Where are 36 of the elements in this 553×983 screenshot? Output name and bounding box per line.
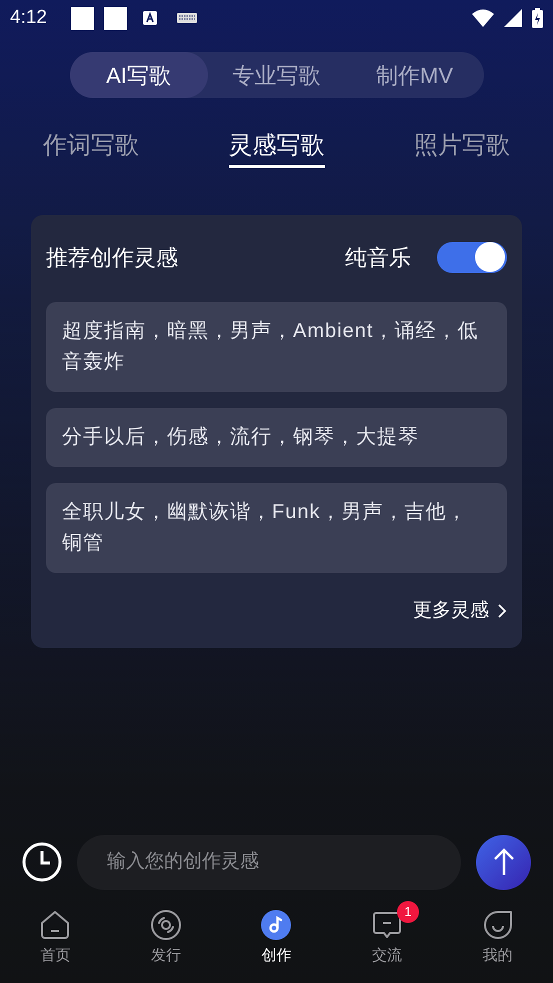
history-icon[interactable] — [22, 842, 62, 882]
smile-icon — [482, 909, 514, 941]
mode-tab[interactable]: 专业写歌 — [208, 52, 346, 98]
notification-icon — [70, 6, 94, 30]
keyboard-icon — [176, 13, 197, 23]
status-time: 4:12 — [10, 6, 47, 30]
music-note-icon — [260, 909, 292, 941]
suggestion-chip[interactable]: 分手以后，伤感，流行，钢琴，大提琴 — [46, 408, 507, 467]
nav-item[interactable]: 创作 — [221, 901, 332, 968]
home-icon — [39, 909, 72, 941]
battery-icon — [532, 8, 543, 28]
disc-icon — [150, 909, 182, 941]
suggestion-chip[interactable]: 超度指南，暗黑，男声，Ambient，诵经，低音轰炸 — [46, 302, 507, 392]
toggle-switch[interactable] — [437, 242, 507, 272]
notification-badge: 1 — [397, 901, 420, 923]
signal-icon — [504, 9, 522, 27]
arrow-up-icon — [492, 847, 514, 877]
sub-tab[interactable]: 灵感写歌 — [228, 126, 324, 168]
nav-item[interactable]: 交流 1 — [332, 901, 442, 968]
sub-tab[interactable]: 照片写歌 — [414, 126, 510, 168]
mode-tab[interactable]: 制作MV — [346, 52, 484, 98]
sub-tab[interactable]: 作词写歌 — [43, 126, 139, 168]
nav-item[interactable]: 首页 — [0, 901, 111, 968]
mode-tab[interactable]: AI写歌 — [70, 52, 208, 98]
input-field[interactable]: 输入您的创作灵感 — [77, 834, 461, 890]
app-icon — [142, 11, 157, 25]
more-link[interactable]: 更多灵感 — [413, 597, 507, 626]
card-title: 推荐创作灵感 — [46, 244, 178, 272]
suggestion-chip[interactable]: 全职儿女，幽默诙谐，Funk，男声，吉他，铜管 — [46, 483, 507, 573]
chevron-right-icon — [497, 603, 507, 620]
notification-icon — [104, 6, 127, 30]
nav-item[interactable]: 发行 — [110, 901, 222, 968]
wifi-icon — [472, 9, 494, 27]
nav-item[interactable]: 我的 — [442, 901, 553, 968]
chat-icon — [371, 909, 404, 941]
toggle-label: 纯音乐 — [345, 244, 411, 272]
